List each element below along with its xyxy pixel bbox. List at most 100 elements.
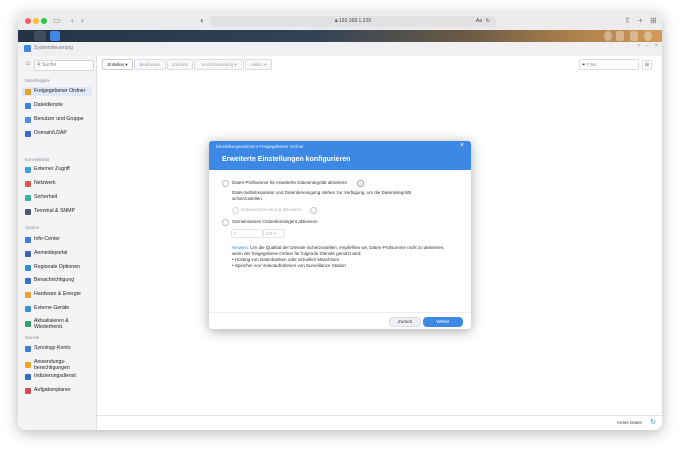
reload-icon[interactable]: ↻ — [486, 16, 490, 27]
zoom-traffic-light[interactable] — [41, 18, 47, 24]
quota-input[interactable]: 0 — [231, 229, 263, 238]
minimize-icon[interactable]: – — [646, 43, 649, 49]
sidebar-item-permission[interactable]: Anwendungs-berechtigungen — [22, 359, 92, 372]
app-titlebar: Systemsteuerung ? – × — [18, 42, 662, 57]
region-icon — [25, 264, 31, 271]
quota-checkbox[interactable] — [222, 219, 229, 226]
delete-label: Löschen — [171, 62, 189, 67]
encryption-button[interactable]: Verschlüsselung ▾ — [194, 59, 244, 70]
sidebar-item-shield[interactable]: Sicherheit — [22, 193, 92, 202]
help-icon[interactable]: ? — [637, 44, 640, 50]
search-input[interactable]: ⚲ Suche — [34, 60, 94, 71]
external-device-icon — [25, 305, 31, 312]
status-bar: Keine Daten ↻ — [97, 415, 662, 430]
share-icon[interactable]: ⇪ — [624, 15, 631, 27]
checksum-checkbox[interactable] — [222, 180, 229, 187]
sidebar-item-update[interactable]: Aktualisieren & Wiederherst. — [22, 318, 92, 331]
sidebar-item-label: Anwendungs-berechtigungen — [34, 359, 70, 371]
sidebar-toggle-icon[interactable]: ▭ — [53, 15, 61, 27]
sidebar-item-label: Benachrichtigung — [34, 277, 75, 283]
search-icon[interactable] — [644, 31, 652, 41]
next-label: Weiter — [436, 319, 450, 324]
quota-unit: GB — [266, 231, 273, 236]
tab-overview-icon[interactable]: ⊞ — [650, 15, 657, 27]
notification-icon[interactable] — [604, 31, 612, 41]
forward-icon[interactable]: › — [81, 15, 84, 27]
minimize-traffic-light[interactable] — [33, 18, 39, 24]
control-panel-icon — [24, 45, 31, 52]
sidebar: ⌂ ⚲ Suche Dateifreigabe Freigegebener Ord… — [18, 56, 97, 430]
back-button[interactable]: Zurück — [389, 317, 421, 327]
network-icon — [25, 180, 31, 187]
sidebar-item-index[interactable]: Indizierungsdienst — [22, 372, 92, 381]
sidebar-item-label: Externe Geräte — [34, 305, 70, 311]
sidebar-item-external-device[interactable]: Externe Geräte — [22, 304, 92, 313]
sidebar-item-label: Aktualisieren & Wiederherst. — [34, 318, 69, 330]
sidebar-item-scheduler[interactable]: Aufgabenplaner — [22, 386, 92, 395]
back-icon[interactable]: ‹ — [71, 15, 74, 27]
delete-button[interactable]: Löschen — [167, 59, 193, 70]
globe-icon — [25, 166, 31, 173]
quota-label: Gemeinsames Ordnerkontingent aktivieren — [232, 219, 318, 224]
browser-titlebar: ▭ ‹ › ◐ 🔒︎ 192.168.1.229 Aa ↻ ⇪ + ⊞ — [18, 12, 662, 31]
sidebar-item-notification[interactable]: Benachrichtigung — [22, 276, 92, 285]
reader-label[interactable]: Aa — [476, 16, 482, 27]
compression-checkbox[interactable] — [232, 207, 239, 214]
sidebar-item-users[interactable]: Benutzer und Gruppe — [22, 115, 92, 124]
sidebar-item-terminal[interactable]: Terminal & SNMP — [22, 207, 92, 216]
create-button[interactable]: Erstellen ▾ — [102, 59, 133, 70]
sidebar-item-label: Anmeldeportal — [34, 250, 68, 256]
refresh-icon[interactable]: ↻ — [650, 418, 656, 426]
compression-label: Dateikomprimierung aktivieren — [241, 207, 302, 212]
sidebar-item-label: Aufgabenplaner — [34, 387, 71, 393]
sidebar-item-file-services[interactable]: Dateidienste — [22, 101, 92, 110]
widgets-icon[interactable] — [630, 31, 638, 41]
compression-info-icon[interactable]: i — [310, 207, 317, 214]
close-icon[interactable]: × — [654, 43, 658, 49]
dsm-taskbar — [18, 30, 662, 42]
sidebar-item-portal[interactable]: Anmeldeportal — [22, 249, 92, 258]
sidebar-item-network[interactable]: Netzwerk — [22, 179, 92, 188]
search-placeholder: Suche — [42, 62, 57, 68]
filter-input[interactable]: ⏷ Filter — [579, 59, 639, 70]
next-button[interactable]: Weiter — [423, 317, 463, 327]
update-icon — [25, 321, 31, 327]
sidebar-item-label: Terminal & SNMP — [34, 208, 75, 214]
dialog-close-icon[interactable]: × — [460, 142, 464, 149]
sidebar-item-label: Externer Zugriff — [34, 166, 70, 172]
view-options-icon[interactable]: ⊞ — [642, 60, 652, 70]
info-icon — [25, 236, 31, 243]
sidebar-item-domain[interactable]: Domain/LDAP — [22, 129, 92, 138]
new-tab-icon[interactable]: + — [638, 15, 643, 27]
sidebar-item-hardware[interactable]: Hardware & Energie — [22, 290, 92, 299]
action-label: Aktion — [250, 62, 263, 67]
quota-unit-select[interactable]: GB ▾ — [263, 229, 285, 238]
terminal-icon — [25, 208, 31, 215]
sidebar-item-folder[interactable]: Freigegebener Ordner — [22, 87, 92, 96]
portal-icon — [25, 250, 31, 257]
user-icon[interactable] — [616, 31, 624, 41]
home-icon[interactable]: ⌂ — [23, 60, 33, 71]
sidebar-item-label: Dateidienste — [34, 102, 63, 108]
checksum-info-icon[interactable]: i — [357, 180, 364, 187]
checksum-label: Daten-Prüfsumme für erweiterte Dateninte… — [232, 180, 348, 185]
sidebar-item-account[interactable]: Synology-Konto — [22, 344, 92, 353]
file-services-icon — [25, 102, 31, 109]
main-menu-icon[interactable] — [34, 31, 46, 41]
sidebar-item-globe[interactable]: Externer Zugriff — [22, 165, 92, 174]
close-traffic-light[interactable] — [25, 18, 31, 24]
users-icon — [25, 116, 31, 123]
account-icon — [25, 345, 31, 352]
address-bar[interactable]: 🔒︎ 192.168.1.229 Aa ↻ — [210, 16, 496, 27]
sidebar-item-info[interactable]: Info-Center — [22, 235, 92, 244]
sidebar-item-label: Domain/LDAP — [34, 130, 67, 136]
search-icon: ⚲ — [37, 62, 41, 68]
edit-button[interactable]: Bearbeiten — [134, 59, 166, 70]
sidebar-item-region[interactable]: Regionale Optionen — [22, 263, 92, 272]
dialog-footer: Zurück Weiter — [209, 312, 471, 329]
action-button[interactable]: Aktion ▾ — [245, 59, 272, 70]
sidebar-item-label: Indizierungsdienst — [34, 373, 76, 379]
control-panel-taskbar-icon[interactable] — [50, 31, 60, 41]
quota-value: 0 — [234, 231, 237, 236]
sidebar-section-heading: Dateifreigabe — [25, 78, 50, 83]
